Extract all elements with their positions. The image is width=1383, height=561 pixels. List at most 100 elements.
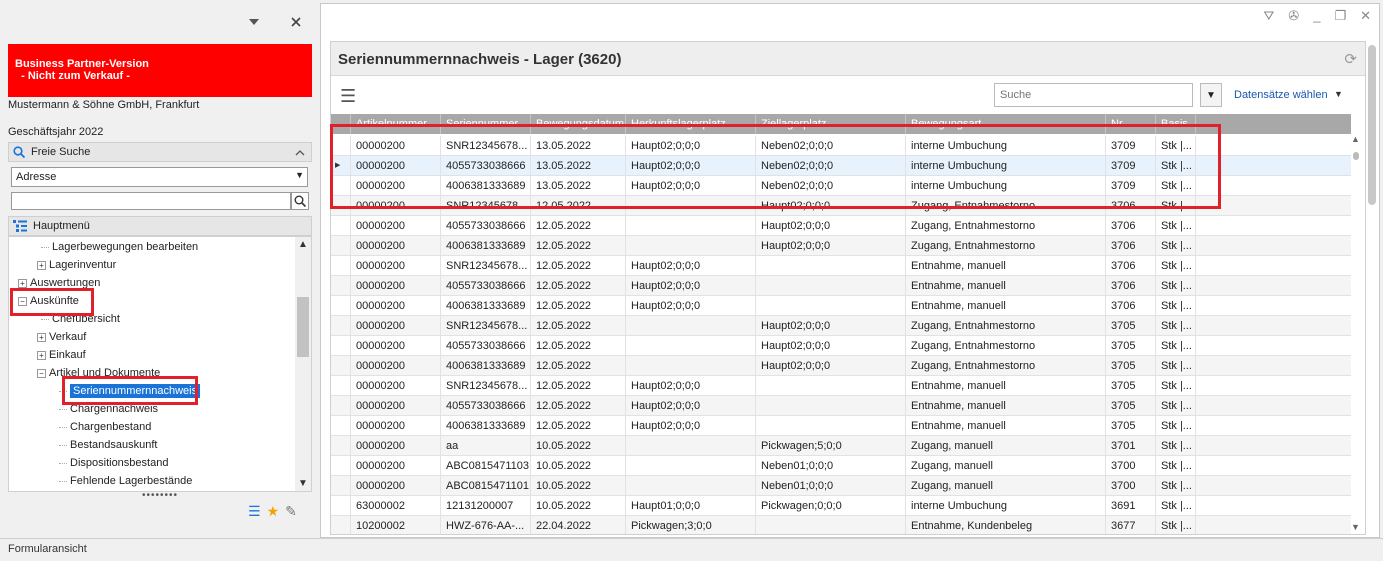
- window-scroll-thumb[interactable]: [1368, 45, 1376, 205]
- table-row[interactable]: 00000200 4055733038666 12.05.2022 Haupt02;0…: [331, 336, 1351, 356]
- row-indicator[interactable]: [331, 276, 351, 296]
- expand-icon[interactable]: +: [37, 350, 46, 360]
- window-scrollbar[interactable]: [1368, 40, 1376, 210]
- free-search-input[interactable]: [11, 192, 291, 210]
- column-header[interactable]: Ziellagerplatz: [756, 114, 906, 134]
- expand-icon[interactable]: +: [18, 278, 27, 288]
- scroll-up-icon[interactable]: ▲: [1351, 134, 1360, 144]
- tree-item-dispositionsbestand[interactable]: Dispositionsbestand: [59, 455, 168, 471]
- panel-close-icon[interactable]: [286, 12, 306, 32]
- table-row[interactable]: 00000200 4006381333689 13.05.2022 Haupt02;0…: [331, 176, 1351, 196]
- table-row[interactable]: 00000200 SNR12345678... 12.05.2022 Haupt02;…: [331, 196, 1351, 216]
- table-row[interactable]: 00000200 SNR12345678... 12.05.2022 Haupt02;…: [331, 256, 1351, 276]
- row-indicator[interactable]: [331, 456, 351, 476]
- row-indicator[interactable]: [331, 436, 351, 456]
- grid-scroll-thumb[interactable]: [1353, 152, 1359, 160]
- wrench-settings-icon[interactable]: ✇: [1288, 8, 1299, 24]
- table-row[interactable]: 10200002 HWZ-676-AA-... 22.04.2022 Pickwage…: [331, 516, 1351, 534]
- column-header[interactable]: Herkunftslagerplatz: [626, 114, 756, 134]
- tree-item-verkauf[interactable]: + Verkauf: [37, 329, 86, 345]
- panel-menu-chevron-icon[interactable]: [244, 12, 264, 32]
- column-header[interactable]: Bewegungsdatum: [531, 114, 626, 134]
- row-indicator[interactable]: [331, 356, 351, 376]
- table-row[interactable]: 00000200 4006381333689 12.05.2022 Haupt02;0…: [331, 416, 1351, 436]
- row-indicator[interactable]: [331, 496, 351, 516]
- attachment-paperclip-icon[interactable]: ✎: [285, 503, 297, 520]
- refresh-icon[interactable]: ⟳: [1344, 50, 1357, 68]
- row-indicator[interactable]: [331, 476, 351, 496]
- table-row[interactable]: 00000200 SNR12345678... 13.05.2022 Haupt02;…: [331, 136, 1351, 156]
- row-indicator[interactable]: [331, 196, 351, 216]
- row-indicator[interactable]: [331, 316, 351, 336]
- tree-item-chargenbestand[interactable]: Chargenbestand: [59, 419, 151, 435]
- tree-item-chargennachweis[interactable]: Chargennachweis: [59, 401, 158, 417]
- column-header[interactable]: Nr.: [1106, 114, 1156, 134]
- collapse-icon[interactable]: −: [18, 296, 27, 306]
- tree-view-icon[interactable]: ☰: [248, 503, 261, 520]
- tree-item-einkauf[interactable]: + Einkauf: [37, 347, 86, 363]
- column-header[interactable]: [331, 114, 351, 134]
- tree-item-seriennummernnachweis[interactable]: Seriennummernnachweis: [59, 383, 201, 399]
- row-indicator[interactable]: [331, 176, 351, 196]
- row-indicator[interactable]: [331, 336, 351, 356]
- table-row[interactable]: 00000200 ABC0815471103 10.05.2022 Neben01;0…: [331, 456, 1351, 476]
- column-header[interactable]: Bewegungsart: [906, 114, 1106, 134]
- table-row[interactable]: 00000200 4055733038666 12.05.2022 Haupt02;0…: [331, 216, 1351, 236]
- tree-item-auswertungen[interactable]: + Auswertungen: [18, 275, 100, 291]
- tree-item-auskuenfte[interactable]: − Auskünfte: [18, 293, 79, 309]
- scroll-down-icon[interactable]: ▼: [298, 478, 308, 489]
- tree-item-lagerinventur[interactable]: + Lagerinventur: [37, 257, 116, 273]
- table-row[interactable]: ▶ 00000200 4055733038666 13.05.2022 Haupt02;…: [331, 156, 1351, 176]
- filter-funnel-icon[interactable]: ⛛: [1263, 8, 1274, 24]
- tree-scrollbar[interactable]: ▲ ▼: [295, 237, 311, 491]
- row-indicator[interactable]: [331, 516, 351, 534]
- table-row[interactable]: 00000200 SNR12345678... 12.05.2022 Haupt02;…: [331, 316, 1351, 336]
- filter-dropdown-button[interactable]: ▼: [1200, 83, 1222, 107]
- address-select[interactable]: Adresse ▼: [11, 167, 308, 187]
- table-row[interactable]: 00000200 SNR12345678... 12.05.2022 Haupt02;…: [331, 376, 1351, 396]
- tree-item-lagerbewegungen[interactable]: Lagerbewegungen bearbeiten: [41, 239, 198, 255]
- table-row[interactable]: 00000200 4055733038666 12.05.2022 Haupt02;0…: [331, 276, 1351, 296]
- row-pointer-icon[interactable]: ▶: [331, 156, 351, 176]
- tree-item-artikel-dokumente[interactable]: − Artikel und Dokumente: [37, 365, 160, 381]
- column-header[interactable]: Basis...: [1156, 114, 1196, 134]
- dropdown-arrow-icon[interactable]: ▼: [1334, 89, 1343, 99]
- tree-item-chefuebersicht[interactable]: Chefübersicht: [41, 311, 120, 327]
- table-row[interactable]: 00000200 ABC0815471101 10.05.2022 Neben01;0…: [331, 476, 1351, 496]
- minimize-icon[interactable]: _: [1313, 8, 1320, 24]
- expand-icon[interactable]: +: [37, 332, 46, 342]
- collapse-icon[interactable]: −: [37, 368, 46, 378]
- grid-scrollbar[interactable]: ▲ ▼: [1350, 134, 1362, 532]
- dropdown-arrow-icon[interactable]: ▼: [295, 170, 304, 180]
- tree-item-bestandsauskunft[interactable]: Bestandsauskunft: [59, 437, 157, 453]
- table-row[interactable]: 00000200 4006381333689 12.05.2022 Haupt02;0…: [331, 236, 1351, 256]
- table-row[interactable]: 63000002 12131200007 10.05.2022 Haupt01;0;0…: [331, 496, 1351, 516]
- restore-window-icon[interactable]: ❐: [1334, 8, 1346, 24]
- row-indicator[interactable]: [331, 256, 351, 276]
- row-indicator[interactable]: [331, 416, 351, 436]
- favorites-star-icon[interactable]: ★: [267, 503, 280, 520]
- resize-grip-icon[interactable]: ••••••••: [142, 490, 178, 501]
- grid-search-input[interactable]: [994, 83, 1193, 107]
- select-records-link[interactable]: Datensätze wählen: [1234, 89, 1328, 101]
- row-indicator[interactable]: [331, 136, 351, 156]
- column-header[interactable]: Artikelnummer: [351, 114, 441, 134]
- column-header[interactable]: Seriennummer: [441, 114, 531, 134]
- row-indicator[interactable]: [331, 376, 351, 396]
- search-button[interactable]: [291, 192, 309, 210]
- menu-hamburger-icon[interactable]: ☰: [340, 86, 356, 107]
- row-indicator[interactable]: [331, 216, 351, 236]
- row-indicator[interactable]: [331, 296, 351, 316]
- main-menu-header[interactable]: Hauptmenü: [8, 216, 312, 236]
- tree-item-fehlende-lagerbestaende[interactable]: Fehlende Lagerbestände: [59, 473, 192, 489]
- scroll-up-icon[interactable]: ▲: [298, 239, 308, 250]
- row-indicator[interactable]: [331, 236, 351, 256]
- free-search-header[interactable]: Freie Suche: [8, 142, 312, 162]
- table-row[interactable]: 00000200 4006381333689 12.05.2022 Haupt02;0…: [331, 356, 1351, 376]
- scroll-down-icon[interactable]: ▼: [1351, 522, 1360, 532]
- table-row[interactable]: 00000200 4006381333689 12.05.2022 Haupt02;0…: [331, 296, 1351, 316]
- table-row[interactable]: 00000200 4055733038666 12.05.2022 Haupt02;0…: [331, 396, 1351, 416]
- row-indicator[interactable]: [331, 396, 351, 416]
- close-icon[interactable]: ✕: [1360, 8, 1371, 24]
- table-row[interactable]: 00000200 aa 10.05.2022 Pickwagen;5;0;0 Zugan…: [331, 436, 1351, 456]
